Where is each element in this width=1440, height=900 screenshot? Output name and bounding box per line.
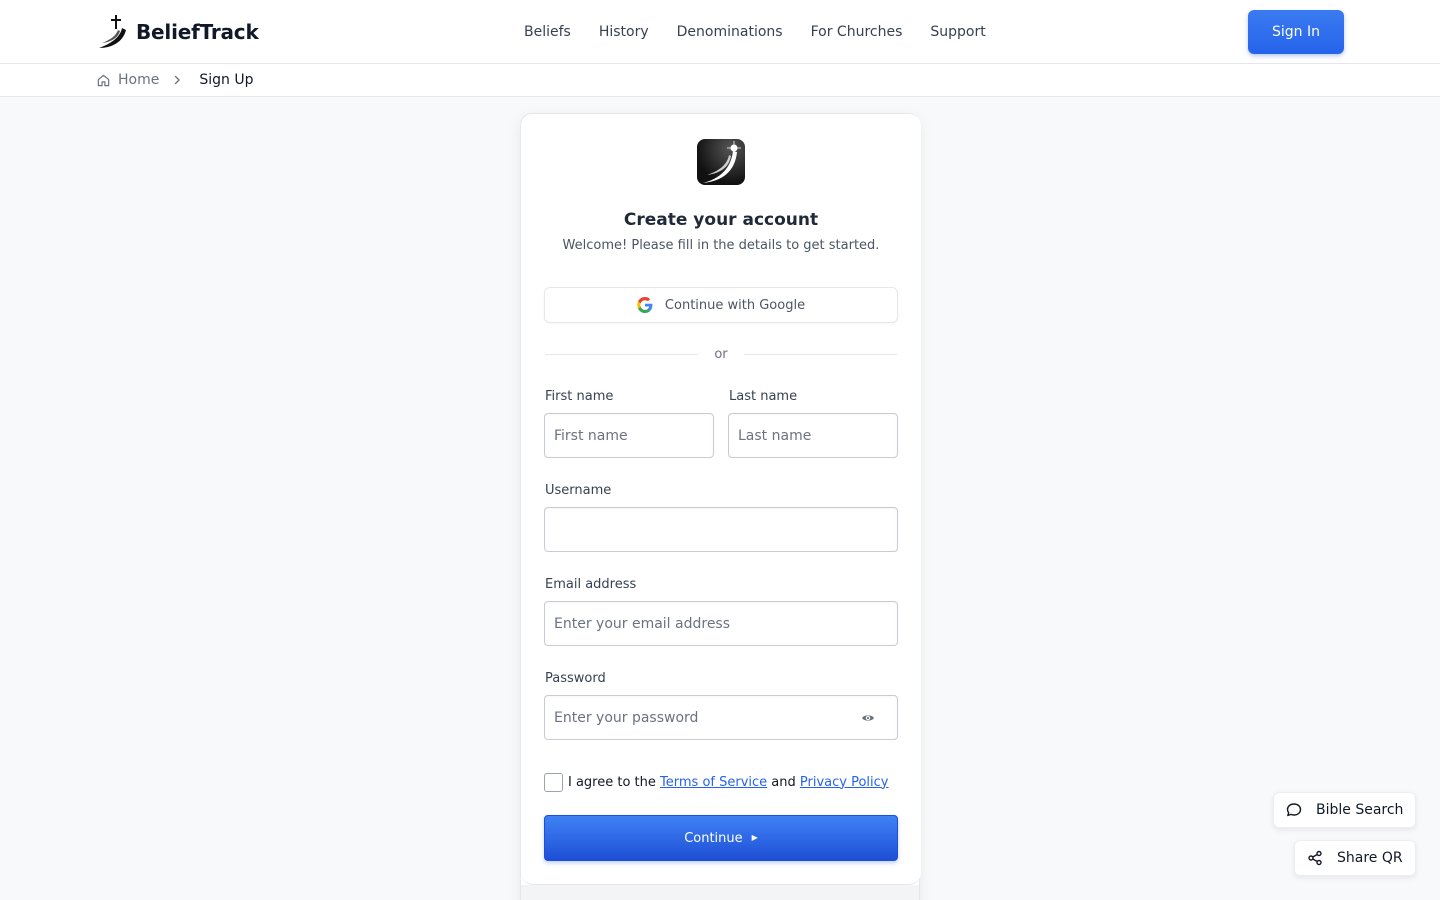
- nav-beliefs[interactable]: Beliefs: [524, 20, 571, 44]
- cross-road-logo-icon: [99, 15, 126, 48]
- breadcrumb-inner: Home Sign Up: [96, 70, 253, 90]
- card-footer: [521, 885, 919, 900]
- terms-of-service-link[interactable]: Terms of Service: [660, 775, 767, 790]
- app-logo-icon: [697, 139, 745, 185]
- nav-support[interactable]: Support: [930, 20, 985, 44]
- signup-card-body: Create your account Welcome! Please fill…: [521, 114, 921, 885]
- nav-denominations[interactable]: Denominations: [677, 20, 783, 44]
- chat-bubble-icon: [1286, 803, 1302, 817]
- terms-agreement-text: I agree to the Terms of Service and Priv…: [568, 775, 889, 790]
- breadcrumb-home-link[interactable]: Home: [118, 72, 159, 88]
- agree-and: and: [771, 774, 796, 790]
- card-subtitle: Welcome! Please fill in the details to g…: [562, 238, 880, 253]
- password-input[interactable]: [544, 695, 898, 740]
- brand-name: BeliefTrack: [136, 20, 259, 44]
- username-label: Username: [545, 483, 612, 498]
- first-name-input[interactable]: [544, 413, 714, 458]
- agree-prefix: I agree to the: [568, 774, 656, 790]
- google-button-label: Continue with Google: [664, 297, 806, 313]
- terms-agreement-row: I agree to the Terms of Service and Priv…: [544, 772, 889, 792]
- divider-line-right: [744, 354, 897, 355]
- nav-for-churches[interactable]: For Churches: [811, 20, 903, 44]
- divider-text: or: [714, 347, 728, 362]
- username-input[interactable]: [544, 507, 898, 552]
- first-name-label: First name: [545, 389, 614, 404]
- top-header: BeliefTrack Beliefs History Denomination…: [0, 0, 1440, 64]
- last-name-label: Last name: [729, 389, 798, 404]
- or-divider: or: [545, 347, 897, 363]
- breadcrumb-current: Sign Up: [199, 72, 254, 88]
- terms-checkbox[interactable]: [544, 772, 563, 792]
- password-label: Password: [545, 671, 606, 686]
- play-arrow-icon: ▶: [751, 833, 758, 842]
- email-label: Email address: [545, 577, 637, 592]
- signup-card: Create your account Welcome! Please fill…: [520, 113, 921, 900]
- share-icon: [1308, 850, 1322, 866]
- brand[interactable]: BeliefTrack: [96, 14, 259, 50]
- sign-in-button[interactable]: Sign In: [1248, 10, 1344, 54]
- share-qr-button[interactable]: Share QR: [1294, 840, 1416, 876]
- nav-history[interactable]: History: [599, 20, 649, 44]
- share-qr-label: Share QR: [1337, 850, 1403, 866]
- chevron-right-icon: [175, 75, 180, 85]
- eye-icon[interactable]: [861, 711, 875, 725]
- privacy-policy-link[interactable]: Privacy Policy: [800, 775, 889, 790]
- continue-with-google-button[interactable]: Continue with Google: [544, 287, 898, 323]
- main-nav: Beliefs History Denominations For Church…: [524, 20, 1014, 44]
- google-icon: [637, 297, 653, 313]
- email-input[interactable]: [544, 601, 898, 646]
- last-name-input[interactable]: [728, 413, 898, 458]
- breadcrumb: Home Sign Up: [0, 64, 1440, 97]
- home-icon: [97, 74, 110, 86]
- bible-search-button[interactable]: Bible Search: [1273, 792, 1416, 828]
- continue-button[interactable]: Continue ▶: [544, 815, 898, 861]
- card-title: Create your account: [623, 210, 819, 230]
- bible-search-label: Bible Search: [1316, 802, 1404, 818]
- continue-button-label: Continue: [684, 830, 743, 846]
